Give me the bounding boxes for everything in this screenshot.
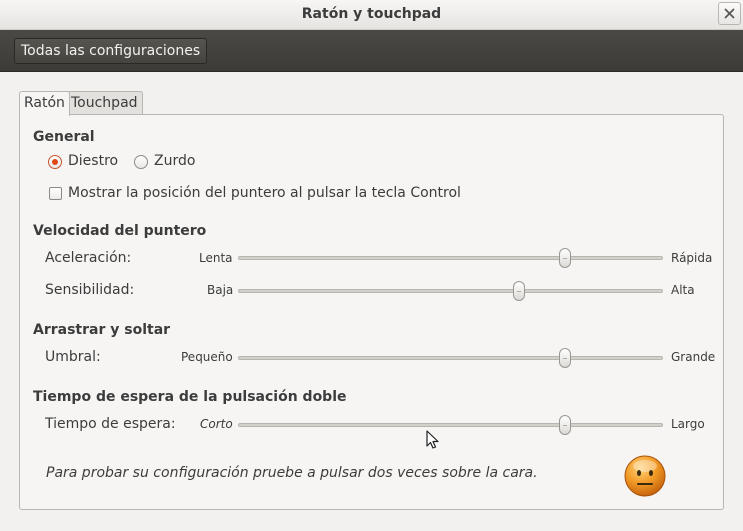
window-title: Ratón y touchpad bbox=[301, 6, 442, 22]
close-button[interactable] bbox=[718, 2, 741, 25]
threshold-slider[interactable] bbox=[238, 356, 663, 360]
toolbar: Todas las configuraciones bbox=[0, 30, 743, 72]
mouse-settings-panel: General Diestro Zurdo Mostrar la posició… bbox=[19, 114, 724, 510]
threshold-slider-thumb[interactable] bbox=[559, 348, 572, 368]
sensitivity-label: Sensibilidad: bbox=[45, 282, 135, 298]
timeout-slider-thumb[interactable] bbox=[559, 415, 572, 435]
drag-drop-section-title: Arrastrar y soltar bbox=[33, 322, 171, 338]
show-pointer-checkbox[interactable] bbox=[49, 187, 62, 200]
timeout-slider[interactable] bbox=[238, 423, 663, 427]
show-pointer-label[interactable]: Mostrar la posición del puntero al pulsa… bbox=[68, 185, 461, 201]
acceleration-min-label: Lenta bbox=[199, 251, 233, 265]
acceleration-max-label: Rápida bbox=[671, 251, 713, 265]
close-icon bbox=[724, 8, 735, 19]
threshold-label: Umbral: bbox=[45, 349, 101, 365]
sensitivity-slider-thumb[interactable] bbox=[512, 281, 525, 301]
timeout-label: Tiempo de espera: bbox=[45, 416, 176, 432]
right-handed-label[interactable]: Diestro bbox=[68, 153, 118, 169]
left-handed-label[interactable]: Zurdo bbox=[154, 153, 195, 169]
acceleration-slider-thumb[interactable] bbox=[559, 248, 572, 268]
tab-touchpad[interactable]: Touchpad bbox=[66, 91, 143, 115]
sensitivity-max-label: Alta bbox=[671, 283, 695, 297]
timeout-min-label: Corto bbox=[200, 417, 233, 431]
threshold-max-label: Grande bbox=[671, 350, 716, 364]
double-click-hint: Para probar su configuración pruebe a pu… bbox=[46, 465, 538, 481]
sensitivity-slider[interactable] bbox=[238, 289, 663, 293]
acceleration-label: Aceleración: bbox=[45, 250, 132, 266]
left-handed-radio[interactable] bbox=[134, 155, 148, 169]
all-settings-button[interactable]: Todas las configuraciones bbox=[14, 38, 208, 64]
tab-mouse[interactable]: Ratón bbox=[19, 91, 70, 116]
acceleration-slider[interactable] bbox=[238, 256, 663, 260]
pointer-speed-section-title: Velocidad del puntero bbox=[33, 223, 207, 239]
sensitivity-min-label: Baja bbox=[207, 283, 234, 297]
mouse-pointer-icon bbox=[426, 430, 439, 449]
neutral-face-icon[interactable] bbox=[623, 454, 667, 498]
right-handed-radio[interactable] bbox=[48, 155, 62, 169]
general-section-title: General bbox=[33, 129, 95, 145]
double-click-section-title: Tiempo de espera de la pulsación doble bbox=[33, 389, 347, 405]
title-bar: Ratón y touchpad bbox=[0, 0, 743, 30]
threshold-min-label: Pequeño bbox=[181, 350, 233, 364]
timeout-max-label: Largo bbox=[671, 417, 705, 431]
